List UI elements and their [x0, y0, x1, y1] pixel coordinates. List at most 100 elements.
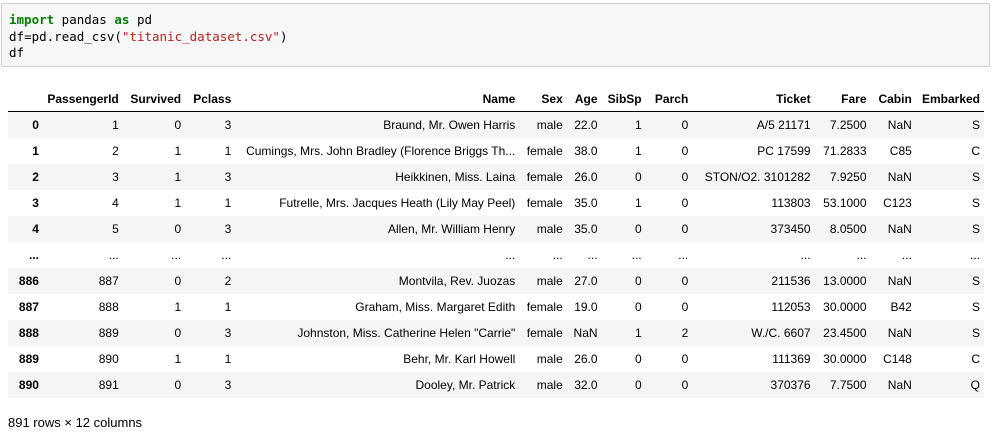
table-cell: C148 [883, 352, 912, 366]
table-cell: 0 [174, 222, 182, 236]
table-cell: 1 [634, 118, 642, 132]
table-cell: 3 [224, 118, 232, 132]
code-token: ) [279, 28, 288, 44]
row-index: 887 [18, 300, 39, 314]
table-cell: 3 [224, 378, 232, 392]
table-cell: B42 [890, 300, 912, 314]
table-cell: 8.0500 [829, 222, 867, 236]
table-cell: female [526, 196, 563, 210]
table-cell: ... [631, 248, 642, 262]
table-cell: Braund, Mr. Owen Harris [383, 118, 516, 132]
row-index: 2 [32, 170, 39, 184]
row-index: 0 [32, 118, 39, 132]
table-cell: NaN [887, 222, 912, 236]
table-cell: 0 [681, 378, 689, 392]
table-cell: 1 [634, 144, 642, 158]
table-cell: S [971, 300, 980, 314]
table-row: ....................................... [8, 242, 984, 268]
column-header: Sex [519, 86, 567, 112]
table-cell: Heikkinen, Miss. Laina [395, 170, 516, 184]
table-cell: 891 [98, 378, 119, 392]
row-index: ... [28, 248, 39, 262]
table-cell: NaN [887, 170, 912, 184]
table-cell: 53.1000 [823, 196, 867, 210]
table-cell: PC 17599 [757, 144, 811, 158]
table-cell: Q [970, 378, 980, 392]
table-cell: 22.0 [574, 118, 598, 132]
table-cell: 0 [634, 300, 642, 314]
column-header: PassengerId [42, 86, 123, 112]
table-cell: 2 [112, 144, 119, 158]
table-cell: 1 [174, 170, 182, 184]
table-cell: 0 [634, 274, 642, 288]
table-cell: NaN [887, 378, 912, 392]
table-cell: 373450 [770, 222, 811, 236]
table-cell: male [536, 378, 563, 392]
table-cell: 32.0 [574, 378, 598, 392]
table-cell: 71.2833 [823, 144, 867, 158]
row-index: 4 [32, 222, 39, 236]
table-cell: male [536, 352, 563, 366]
table-cell: 4 [112, 196, 119, 210]
table-cell: 0 [174, 378, 182, 392]
table-cell: 35.0 [574, 196, 598, 210]
table-cell: 3 [224, 170, 232, 184]
table-cell: 1 [174, 352, 182, 366]
table-cell: A/5 21171 [756, 118, 811, 132]
table-cell: 888 [98, 300, 119, 314]
table-cell: S [971, 196, 980, 210]
table-cell: 211536 [771, 274, 811, 288]
table-cell: S [971, 170, 980, 184]
table-cell: 26.0 [574, 170, 598, 184]
table-cell: 1 [224, 352, 232, 366]
table-cell: 112053 [771, 300, 811, 314]
table-cell: ... [587, 248, 598, 262]
column-header: Pclass [185, 86, 236, 112]
code-token: = [24, 28, 32, 44]
code-token: pd.read_csv( [31, 28, 122, 44]
table-cell: 1 [174, 300, 182, 314]
code-editor[interactable]: import pandas as pd df=pd.read_csv("titan… [9, 12, 287, 62]
table-cell: ... [969, 248, 980, 262]
table-cell: 38.0 [574, 144, 598, 158]
row-index: 888 [18, 326, 39, 340]
table-cell: 30.0000 [823, 300, 867, 314]
code-cell-input[interactable]: import pandas as pd df=pd.read_csv("titan… [1, 3, 990, 67]
table-cell: 19.0 [574, 300, 598, 314]
table-cell: ... [800, 248, 811, 262]
table-cell: 1 [634, 326, 642, 340]
table-cell: S [971, 222, 980, 236]
table-cell: STON/O2. 3101282 [704, 170, 811, 184]
table-cell: 1 [224, 300, 232, 314]
table-cell: 113803 [771, 196, 811, 210]
table-cell: 1 [112, 118, 119, 132]
dataframe-shape-text: 891 rows × 12 columns [8, 415, 143, 430]
table-row: 4 5 0 3 Allen, Mr. William Henry male 35.0 0 0 37… [8, 216, 984, 242]
table-cell: 1 [224, 196, 232, 210]
table-cell: S [971, 274, 980, 288]
table-cell: female [526, 170, 563, 184]
table-cell: ... [171, 248, 182, 262]
column-header: Age [566, 86, 602, 112]
table-cell: 0 [174, 326, 182, 340]
table-cell: 0 [681, 274, 689, 288]
table-cell: 111369 [772, 352, 811, 366]
row-index: 890 [18, 378, 39, 392]
table-cell: 0 [681, 170, 689, 184]
dataframe-table: PassengerId Survived Pclass Name Sex Age SibSp… [8, 86, 984, 398]
table-body: 0 1 0 3 Braund, Mr. Owen Harris male 22.0 1 0 A/5… [8, 111, 984, 398]
output-area: PassengerId Survived Pclass Name Sex Age SibSp… [8, 86, 984, 398]
table-cell: 26.0 [574, 352, 598, 366]
row-index: 3 [32, 196, 39, 210]
table-cell: Futrelle, Mrs. Jacques Heath (Lily May P… [279, 196, 516, 210]
table-header-row: PassengerId Survived Pclass Name Sex Age SibSp… [8, 86, 984, 112]
table-cell: 0 [634, 222, 642, 236]
table-cell: 7.7500 [829, 378, 867, 392]
code-token: df [9, 45, 25, 60]
table-cell: 0 [681, 222, 689, 236]
table-cell: 0 [681, 352, 689, 366]
row-index: 889 [18, 352, 39, 366]
table-cell: ... [552, 248, 563, 262]
table-cell: NaN [573, 326, 598, 340]
table-cell: ... [856, 248, 867, 262]
